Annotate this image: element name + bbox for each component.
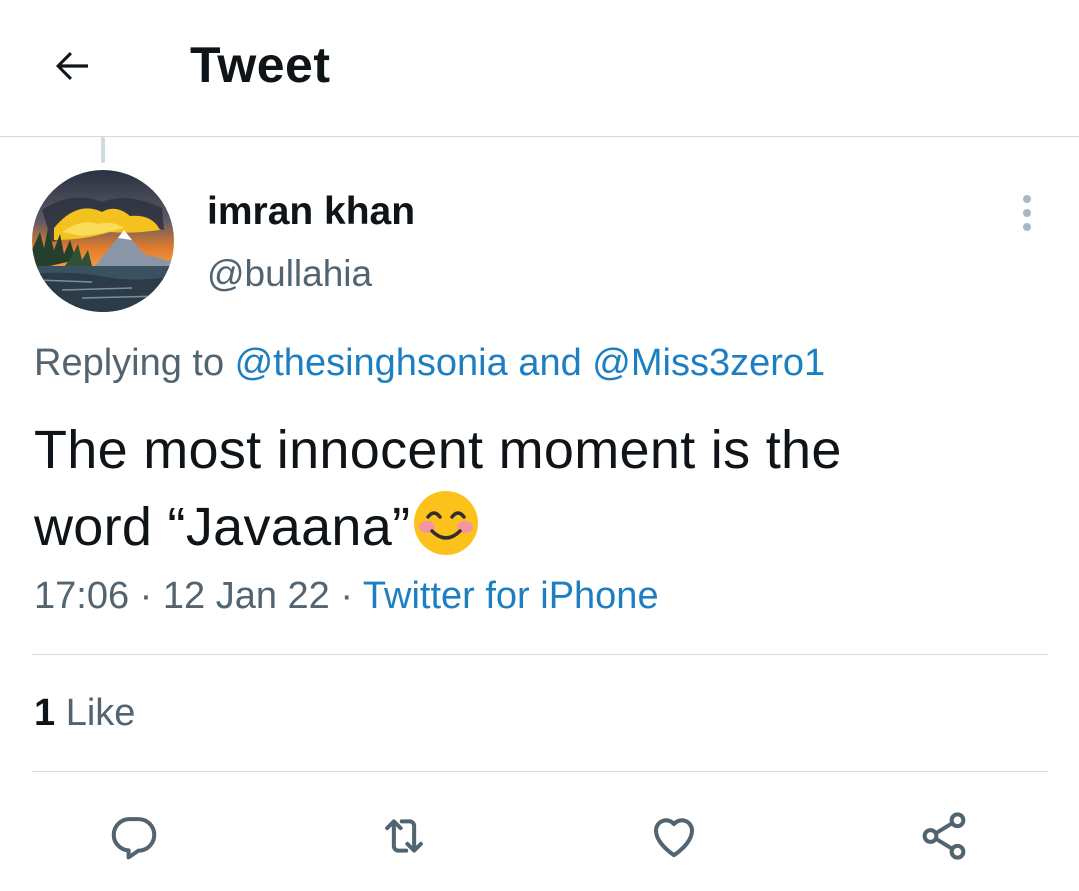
author-handle[interactable]: @bullahia [207, 253, 372, 295]
meta-separator: · [129, 575, 163, 617]
reply-icon [111, 817, 157, 860]
retweet-button[interactable] [374, 806, 434, 866]
divider [32, 654, 1048, 655]
like-icon [653, 818, 695, 858]
tweet-meta: 17:06 · 12 Jan 22 · Twitter for iPhone [34, 575, 659, 618]
avatar[interactable] [32, 170, 174, 312]
arrow-left-icon [56, 52, 88, 80]
tweet-date: 12 Jan 22 [162, 575, 330, 617]
header-divider [0, 136, 1079, 137]
mention-link[interactable]: @thesinghsonia [235, 342, 508, 384]
likes-label: Like [55, 692, 136, 734]
retweet-icon [385, 819, 423, 853]
page-title: Tweet [190, 37, 331, 93]
replying-prefix: Replying to [34, 342, 235, 384]
tweet-source-link[interactable]: Twitter for iPhone [363, 575, 659, 617]
author-name[interactable]: imran khan [207, 190, 415, 234]
tweet-time: 17:06 [34, 575, 130, 617]
divider [32, 771, 1048, 772]
meta-separator: · [329, 575, 363, 617]
share-icon [922, 812, 966, 860]
like-button[interactable] [644, 806, 704, 866]
likes-count: 1 [34, 692, 56, 734]
share-button[interactable] [914, 806, 974, 866]
replying-to: Replying to @thesinghsonia and @Miss3zer… [34, 342, 825, 385]
likes-stat[interactable]: 1 Like [34, 692, 135, 735]
tweet-line-with-emoji: word “Javaana” [34, 489, 1044, 566]
more-vertical-icon [1023, 195, 1031, 231]
thread-connector [101, 137, 105, 163]
tweet-line: The most innocent moment is the [34, 420, 842, 480]
smiling-face-emoji-icon [412, 489, 480, 557]
avatar-image [32, 170, 174, 312]
replying-conjunction[interactable]: and [508, 342, 593, 384]
back-button[interactable] [40, 38, 104, 94]
tweet-text: The most innocent moment is the word “Ja… [34, 412, 1044, 566]
mention-link[interactable]: @Miss3zero1 [592, 342, 825, 384]
more-options-button[interactable] [1008, 190, 1046, 236]
reply-button[interactable] [104, 806, 164, 866]
tweet-line: word “Javaana” [34, 497, 411, 557]
